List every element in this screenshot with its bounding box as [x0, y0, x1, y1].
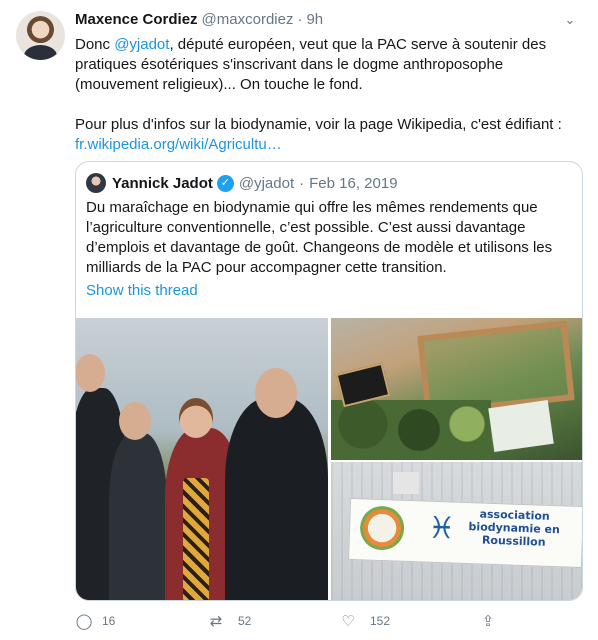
avatar-shoulders	[24, 45, 57, 60]
quoted-author-avatar	[86, 173, 106, 193]
tweet-content: Maxence Cordiez @maxcordiez · 9h ⌄ Donc …	[75, 11, 583, 155]
quoted-tweet-text: Du maraîchage en biodynamie qui offre le…	[86, 199, 553, 276]
person-head	[255, 368, 297, 418]
banner-title: association biodynamie en Roussillon	[468, 507, 561, 549]
reply-icon: ◯	[75, 612, 93, 630]
banner-logo	[359, 505, 405, 551]
show-thread-link[interactable]: Show this thread	[86, 282, 198, 299]
retweet-icon: ⇄	[209, 612, 223, 630]
quoted-separator: ·	[299, 174, 305, 192]
heart-icon: ♡	[341, 612, 355, 630]
tweet[interactable]: Maxence Cordiez @maxcordiez · 9h ⌄ Donc …	[0, 0, 598, 640]
tweet-actions: ◯ 16 ⇄ 52 ♡ 152 ⇪	[75, 611, 515, 631]
tweet-text: Donc @yjadot, député européen, veut que …	[75, 35, 575, 155]
verified-badge-icon: ✓	[216, 174, 234, 192]
like-count: 152	[370, 614, 391, 628]
person-figure	[225, 398, 328, 600]
tweet-paragraph-1: Donc @yjadot, député européen, veut que …	[75, 35, 575, 95]
share-button[interactable]: ⇪	[479, 611, 497, 631]
reply-count: 16	[102, 614, 116, 628]
photo-association-banner[interactable]: ♓ association biodynamie en Roussillon	[331, 462, 582, 600]
person-head	[179, 398, 213, 438]
author-name[interactable]: Maxence Cordiez	[75, 11, 198, 28]
container-plate	[393, 472, 419, 494]
author-avatar[interactable]	[16, 11, 65, 60]
quoted-tweet[interactable]: Yannick Jadot ✓ @yjadot · Feb 16, 2019 D…	[75, 161, 583, 601]
tweet-text-prefix: Donc	[75, 36, 115, 53]
quoted-author-name: Yannick Jadot	[112, 174, 213, 192]
tweet-paragraph-2: Pour plus d'infos sur la biodynamie, voi…	[75, 115, 575, 155]
quoted-author-handle: @yjadot	[238, 174, 295, 192]
scarf-shape	[183, 478, 209, 600]
person-figure	[109, 433, 167, 600]
person-head	[76, 354, 105, 392]
tweet-timestamp[interactable]: 9h	[306, 11, 323, 28]
photo-people-in-field[interactable]	[76, 318, 328, 600]
share-icon: ⇪	[481, 612, 495, 630]
chevron-down-icon[interactable]: ⌄	[559, 9, 581, 31]
retweet-button[interactable]: ⇄ 52	[207, 611, 252, 631]
tweet-header: Maxence Cordiez @maxcordiez · 9h	[75, 11, 583, 31]
author-handle[interactable]: @maxcordiez	[202, 11, 294, 28]
association-banner: ♓ association biodynamie en Roussillon	[347, 497, 582, 569]
retweet-count: 52	[238, 614, 252, 628]
like-button[interactable]: ♡ 152	[339, 611, 390, 631]
quoted-tweet-header: Yannick Jadot ✓ @yjadot · Feb 16, 2019	[86, 173, 398, 193]
wikipedia-link[interactable]: fr.wikipedia.org/wiki/Agricultu…	[75, 136, 282, 153]
photo-vegetable-crates[interactable]	[331, 318, 582, 460]
media-grid: ♓ association biodynamie en Roussillon	[76, 318, 582, 600]
greens-shape	[331, 400, 491, 460]
header-separator: ·	[297, 11, 303, 28]
quoted-date: Feb 16, 2019	[309, 174, 398, 192]
mention-link[interactable]: @yjadot	[114, 36, 169, 53]
person-head	[119, 402, 151, 440]
paper-shape	[488, 400, 554, 452]
reply-button[interactable]: ◯ 16	[75, 611, 116, 631]
tweet-text-part2: Pour plus d'infos sur la biodynamie, voi…	[75, 116, 562, 133]
